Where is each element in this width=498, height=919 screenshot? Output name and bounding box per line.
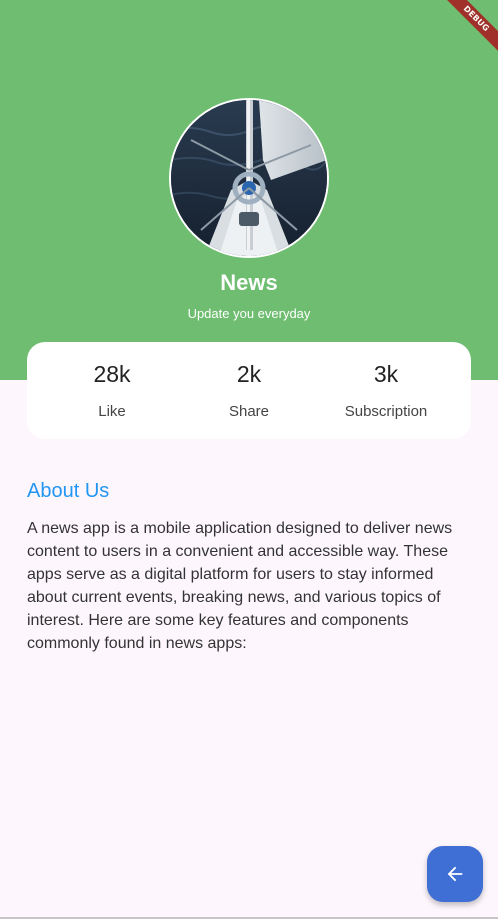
back-button[interactable] [427,846,483,902]
profile-name: News [220,270,278,295]
avatar [169,98,329,258]
stat-like-value: 28k [93,361,131,387]
stat-like-label: Like [98,403,126,420]
stat-subscription[interactable]: 3k Subscription [312,342,460,439]
stat-like[interactable]: 28k Like [38,342,186,439]
stats-card: 28k Like 2k Share 3k Subscription [27,342,471,439]
arrow-back-icon [447,866,463,882]
stat-share-value: 2k [236,361,262,387]
profile-tagline: Update you everyday [187,306,311,321]
stat-share[interactable]: 2k Share [175,342,323,439]
stat-subscription-value: 3k [373,361,399,387]
stat-share-label: Share [228,403,270,420]
stat-subscription-label: Subscription [344,403,428,420]
about-heading: About Us [27,480,110,502]
sailboat-image [171,100,327,256]
about-body: A news app is a mobile application desig… [27,520,453,652]
